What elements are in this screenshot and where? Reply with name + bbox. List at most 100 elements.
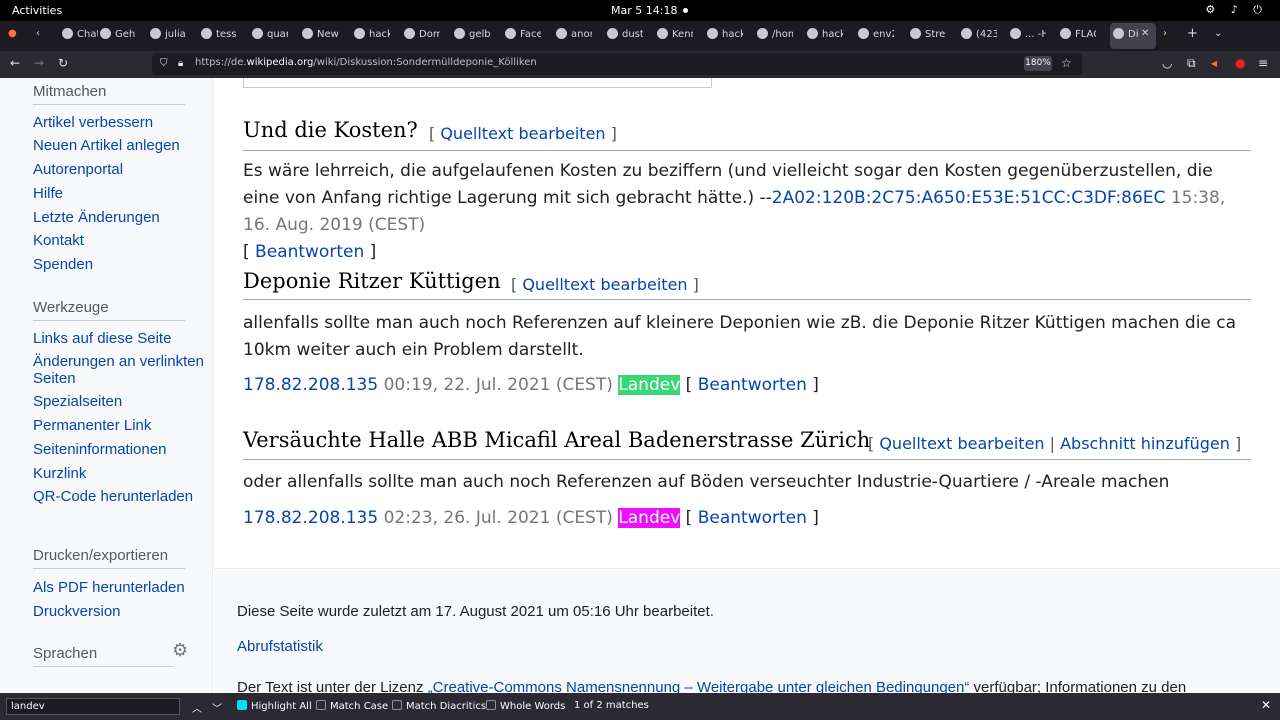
extension-icon[interactable]: ◂ [1211,56,1217,70]
user-link[interactable]: 178.82.208.135 [243,375,378,395]
list-tabs-icon[interactable]: ⌄ [1214,28,1222,44]
edit-source-link[interactable]: Quelltext bearbeiten [879,434,1044,453]
edit-source-link[interactable]: Quelltext bearbeiten [522,275,687,294]
user-link[interactable]: 178.82.208.135 [243,508,378,528]
reload-icon[interactable]: ↻ [58,56,68,70]
stats-link[interactable]: Abrufstatistik [237,638,323,655]
section-edit-links: [ Quelltext bearbeiten | Abschnitt hinzu… [868,434,1242,453]
section-heading-abb: Versäuchte Halle ABB Micafil Areal Baden… [243,428,871,452]
pocket-icon[interactable]: ◡ [1162,56,1172,70]
zoom-level[interactable]: 180% [1024,56,1052,71]
find-input[interactable]: landev [6,698,180,715]
close-find-bar-icon[interactable]: ✕ [1261,698,1271,712]
browser-tab[interactable]: Dom [404,28,440,44]
reply-link[interactable]: Beantworten [698,508,807,528]
timestamp: 02:23, 26. Jul. 2021 (CEST) [378,508,619,528]
activities-button[interactable]: Activities [12,4,62,17]
whole-words-checkbox[interactable]: Whole Words [486,700,565,712]
browser-tab[interactable]: anon [556,28,592,44]
reply-link[interactable]: Beantworten [255,242,364,262]
sidebar-link[interactable]: Permanenter Link [33,417,208,434]
find-bar: landev ︿ ﹀ Highlight All Match Case Matc… [0,693,1280,720]
browser-tab[interactable]: FLAG [1060,28,1096,44]
sidebar-link[interactable]: Autorenportal [33,161,208,178]
browser-tab[interactable]: Geh [100,28,136,44]
checkbox-icon [392,700,402,710]
browser-tab[interactable]: hackers [807,28,843,44]
extension-red-icon[interactable]: ● [1235,56,1245,70]
reply-link[interactable]: Beantworten [698,375,807,395]
browser-tab[interactable]: Chat [62,28,98,44]
sidebar-link[interactable]: Kurzlink [33,465,208,482]
tab-favicon-icon [1113,28,1124,39]
tab-bar: ● ‹ ChatGeh julia tess quan New hackers Domgel… [0,21,1280,51]
url-text[interactable]: https://de.wikipedia.org/wiki/Diskussion… [195,57,537,68]
system-clock[interactable]: Mar 5 14:18 [611,4,677,17]
sidebar-link[interactable]: QR-Code herunterladen [33,488,208,505]
shield-icon[interactable]: ⛉ [160,58,168,69]
browser-tab[interactable]: Face [505,28,541,44]
highlight-all-checkbox[interactable]: Highlight All [237,700,312,712]
sidebar-link[interactable]: Seiteninformationen [33,441,208,458]
browser-tab[interactable]: dust [607,28,643,44]
tab-favicon-icon [505,28,516,39]
extensions-icon[interactable]: ⧉ [1187,56,1196,71]
sidebar-link[interactable]: Spezialseiten [33,393,208,410]
sidebar-link[interactable]: Als PDF herunterladen [33,579,208,596]
browser-tab[interactable]: julia [150,28,186,44]
browser-tab[interactable]: quan [252,28,288,44]
bookmark-star-icon[interactable]: ☆ [1061,56,1072,70]
browser-tab[interactable]: Strea [910,28,946,44]
sidebar-link[interactable]: Links auf diese Seite [33,330,208,347]
section-edit-links: [ Quelltext bearbeiten ] [429,124,617,143]
browser-tab[interactable]: ... -H [1010,28,1046,44]
tab-scroll-right-icon[interactable]: › [1163,28,1167,44]
tab-favicon-icon [807,28,818,39]
comment-text: oder allenfalls sollte man auch noch Ref… [243,472,1170,492]
sidebar-link[interactable]: Artikel verbessern [33,114,208,131]
section-heading-kosten: Und die Kosten? [243,118,418,142]
last-edited-text: Diese Seite wurde zuletzt am 17. August … [237,603,714,620]
find-next-icon[interactable]: ﹀ [212,700,222,715]
browser-tab[interactable]: New [302,28,338,44]
tab-favicon-icon [1010,28,1021,39]
sidebar-link[interactable]: Änderungen an verlinkten Seiten [33,353,208,387]
sidebar-link[interactable]: Kontakt [33,232,208,249]
tab-scroll-left-icon[interactable]: ‹ [36,28,40,44]
match-diacritics-checkbox[interactable]: Match Diacritics [392,700,486,712]
browser-tab[interactable]: /home/ [757,28,793,44]
sidebar-link[interactable]: Druckversion [33,603,208,620]
sidebar-link[interactable]: Letzte Änderungen [33,209,208,226]
add-section-link[interactable]: Abschnitt hinzufügen [1060,434,1230,453]
forward-icon[interactable]: → [34,56,44,70]
lock-icon[interactable]: 🔒︎ [178,58,183,69]
browser-tab[interactable]: Kenn [657,28,693,44]
tab-favicon-icon [150,28,161,39]
divider [33,568,185,569]
edit-source-link[interactable]: Quelltext bearbeiten [440,124,605,143]
find-previous-icon[interactable]: ︿ [192,700,202,715]
browser-tab[interactable]: (423 [961,28,997,44]
sidebar-link[interactable]: Neuen Artikel anlegen [33,137,208,154]
browser-tab[interactable]: hack [707,28,743,44]
sidebar-link[interactable]: Hilfe [33,185,208,202]
match-case-checkbox[interactable]: Match Case [316,700,388,712]
firefox-icon[interactable]: ● [8,28,17,44]
system-tray[interactable]: ⚙ ♪ ⏻ [1205,3,1268,17]
match-count: 1 of 2 matches [574,700,649,711]
signature-line: 178.82.208.135 00:19, 22. Jul. 2021 (CES… [243,375,819,395]
user-link[interactable]: 2A02:120B:2C75:A650:E53E:51CC:C3DF:86EC [772,188,1166,208]
new-tab-icon[interactable]: + [1187,26,1198,42]
browser-tab[interactable]: env2.jpg [858,28,894,44]
browser-tab[interactable]: tess [201,28,237,44]
browser-tab[interactable]: gelb [454,28,490,44]
mitmachen-heading: Mitmachen [33,83,107,100]
section-edit-links: [ Quelltext bearbeiten ] [511,275,699,294]
browser-tab[interactable]: hackers [354,28,390,44]
close-tab-icon[interactable]: ✕ [1141,28,1149,44]
drucken-heading: Drucken/exportieren [33,547,169,564]
sidebar-link[interactable]: Spenden [33,256,208,273]
gear-icon[interactable]: ⚙ [172,640,188,661]
menu-icon[interactable]: ≡ [1258,56,1268,70]
back-icon[interactable]: ← [10,56,20,70]
